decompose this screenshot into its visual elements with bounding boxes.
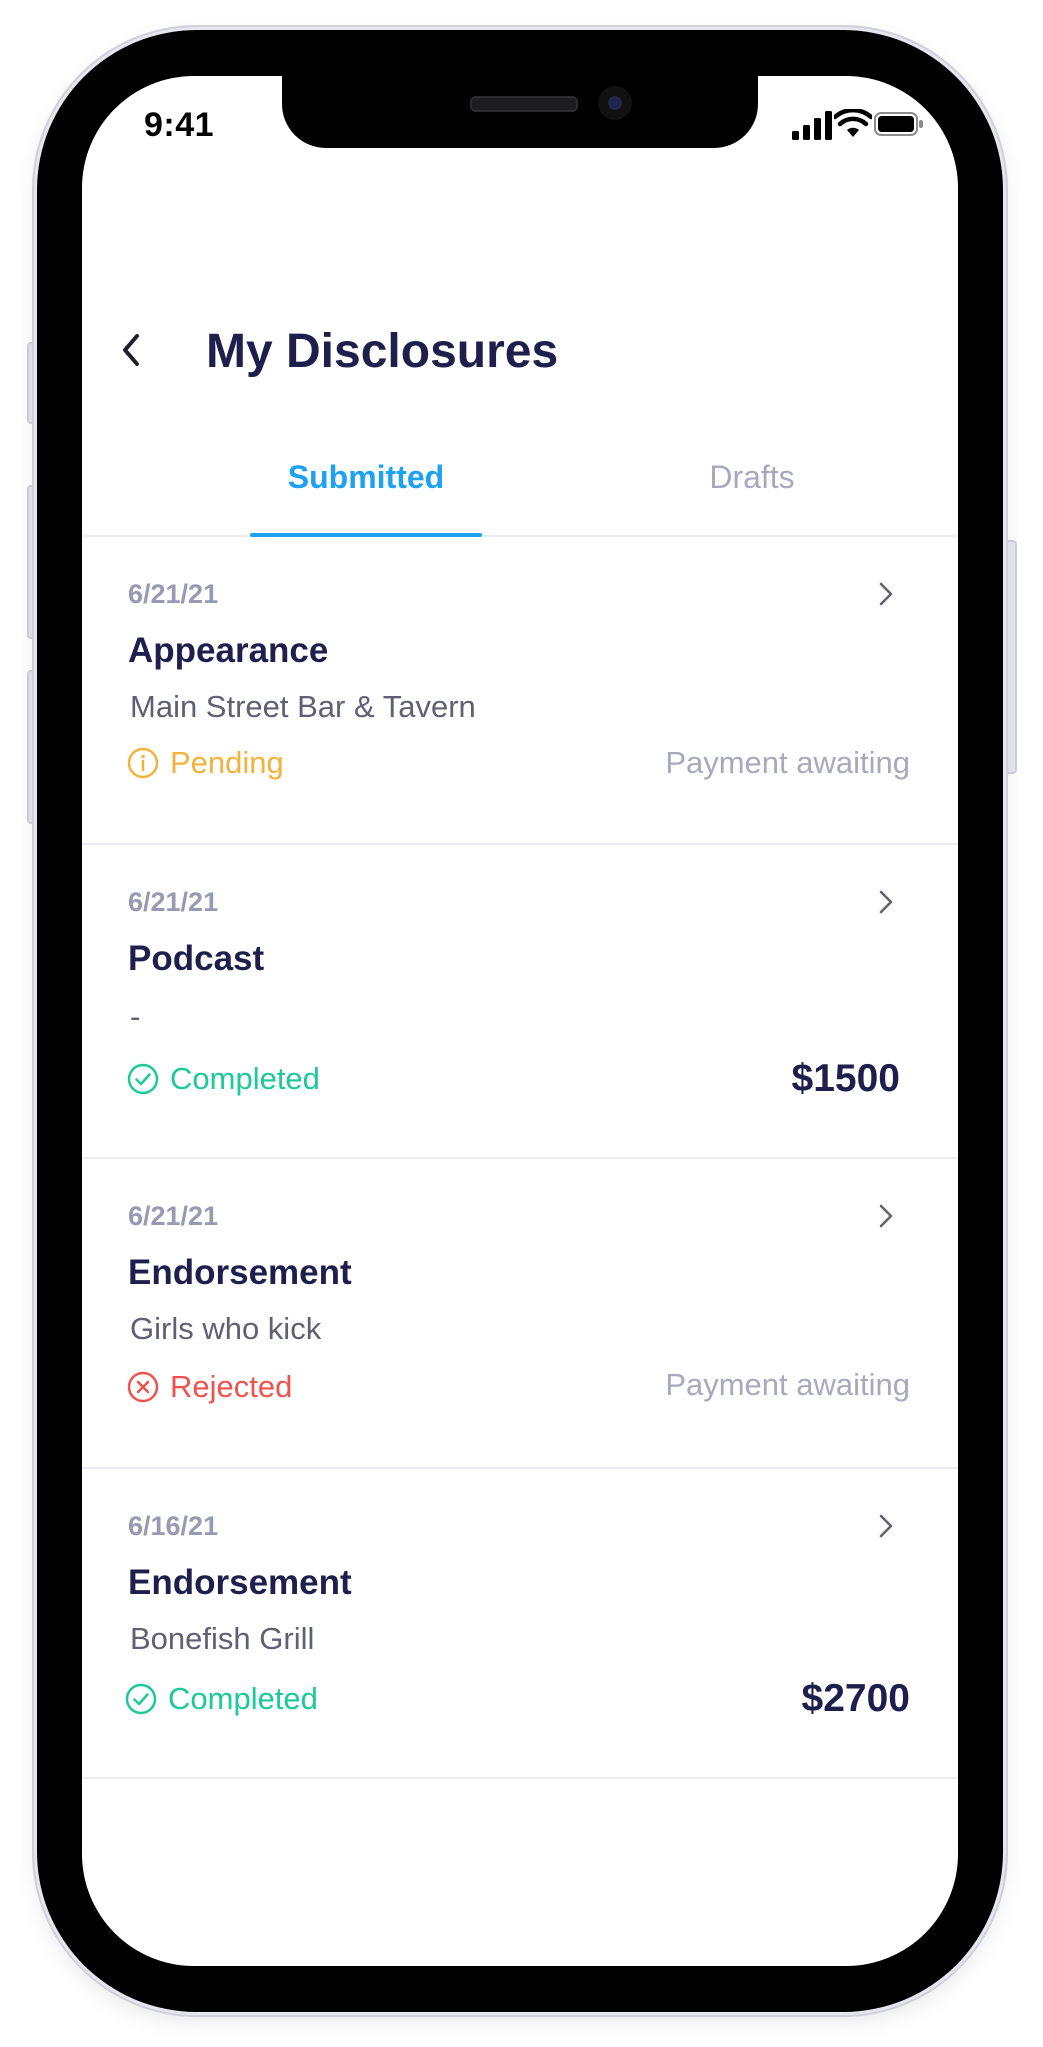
tab-drafts-label: Drafts [709,459,795,495]
chevron-right-icon [879,1514,893,1538]
status-label: Completed [168,1681,318,1716]
info-circle-icon [127,747,159,779]
disclosure-type: Appearance [128,631,329,670]
x-circle-icon [127,1371,159,1403]
speaker-grille [470,96,578,112]
disclosure-card[interactable]: 6/21/21 Podcast - Completed $1500 [82,845,958,1159]
status-rejected: Rejected [126,1369,292,1405]
disclosure-type: Podcast [128,939,265,978]
disclosure-date: 6/16/21 [128,1511,219,1541]
payment-status: Payment awaiting [665,1367,910,1402]
disclosure-venue: - [130,999,141,1034]
status-label: Pending [170,745,284,780]
disclosure-date: 6/21/21 [128,1201,219,1231]
wifi-icon [834,109,872,137]
status-label: Completed [170,1061,320,1096]
header: My Disclosures [82,316,958,396]
disclosure-card[interactable]: 6/16/21 Endorsement Bonefish Grill Compl… [82,1469,958,1779]
chevron-right-icon [879,582,893,606]
status-label: Rejected [170,1369,293,1404]
payment-status: Payment awaiting [665,745,910,780]
chevron-right-icon [879,1204,893,1228]
disclosure-type: Endorsement [128,1563,352,1602]
disclosure-venue: Main Street Bar & Tavern [130,689,476,724]
disclosure-type: Endorsement [128,1253,352,1292]
back-button[interactable] [102,320,162,380]
battery-icon [874,112,923,136]
disclosure-card[interactable]: 6/21/21 Appearance Main Street Bar & Tav… [82,537,958,845]
tab-submitted-label: Submitted [287,459,445,495]
status-completed: Completed [124,1681,318,1717]
disclosure-amount: $1500 [791,1057,900,1100]
disclosure-venue: Girls who kick [130,1311,322,1346]
signal-icon [792,111,832,140]
disclosure-amount: $2700 [801,1677,910,1720]
check-circle-icon [125,1683,157,1715]
chevron-right-icon [879,890,893,914]
page-title: My Disclosures [206,325,559,378]
disclosure-card[interactable]: 6/21/21 Endorsement Girls who kick Rejec… [82,1159,958,1469]
tab-drafts[interactable]: Drafts [634,441,870,535]
phone-screen: 9:41 My Disclosures Submitted Drafts 6/2… [82,76,958,1966]
check-circle-icon [127,1063,159,1095]
tab-submitted[interactable]: Submitted [250,441,482,537]
disclosure-date: 6/21/21 [128,887,219,917]
status-completed: Completed [126,1061,320,1097]
tab-bar: Submitted Drafts [82,441,958,537]
disclosure-venue: Bonefish Grill [130,1621,315,1656]
status-time: 9:41 [144,106,215,144]
status-pending: Pending [126,745,284,781]
front-camera [598,86,632,120]
back-chevron-icon [123,334,139,366]
disclosure-date: 6/21/21 [128,579,219,609]
notch [282,76,758,148]
power-button [1003,540,1017,774]
